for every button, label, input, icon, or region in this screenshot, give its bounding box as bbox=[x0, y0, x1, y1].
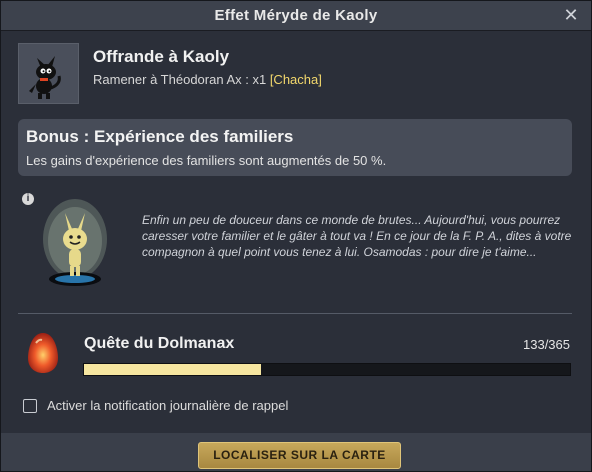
ghost-pet-icon bbox=[43, 199, 107, 286]
dolmanax-egg bbox=[25, 331, 61, 375]
dialog-title: Effet Méryde de Kaoly bbox=[214, 7, 378, 24]
quest-subtitle: Ramener à Théodoran Ax : x1 [Chacha] bbox=[93, 72, 322, 87]
reminder-label[interactable]: Activer la notification journalière de r… bbox=[47, 398, 288, 413]
bonus-title: Bonus : Expérience des familiers bbox=[26, 127, 294, 146]
info-icon[interactable]: i bbox=[22, 193, 34, 205]
bonus-panel: Bonus : Expérience des familiers Les gai… bbox=[18, 119, 572, 176]
pet-illustration bbox=[35, 191, 115, 291]
quest-item-tag[interactable]: [Chacha] bbox=[270, 72, 322, 87]
lore-text: Enfin un peu de douceur dans ce monde de… bbox=[142, 213, 572, 259]
dolmanax-title: Quête du Dolmanax bbox=[84, 335, 235, 352]
effet-meryde-dialog: Effet Méryde de Kaoly ✕ Offrande à Kaoly bbox=[0, 0, 592, 472]
dolmanax-count: 133/365 bbox=[523, 337, 570, 352]
locate-on-map-button[interactable]: LOCALISER SUR LA CARTE bbox=[198, 442, 401, 469]
progress-fill bbox=[84, 364, 262, 375]
dofus-egg-icon bbox=[28, 333, 58, 373]
quest-objective: Ramener à Théodoran Ax : x1 bbox=[93, 72, 270, 87]
dolmanax-progress-bar bbox=[83, 363, 571, 376]
titlebar: Effet Méryde de Kaoly ✕ bbox=[1, 1, 591, 31]
bonus-description: Les gains d'expérience des familiers son… bbox=[26, 153, 387, 168]
quest-title: Offrande à Kaoly bbox=[93, 47, 230, 66]
quest-header: Offrande à Kaoly Ramener à Théodoran Ax … bbox=[18, 43, 571, 105]
close-icon[interactable]: ✕ bbox=[561, 5, 581, 25]
black-cat-icon bbox=[29, 56, 61, 99]
divider bbox=[18, 313, 572, 314]
chacha-portrait bbox=[18, 43, 79, 104]
reminder-checkbox[interactable] bbox=[23, 399, 37, 413]
